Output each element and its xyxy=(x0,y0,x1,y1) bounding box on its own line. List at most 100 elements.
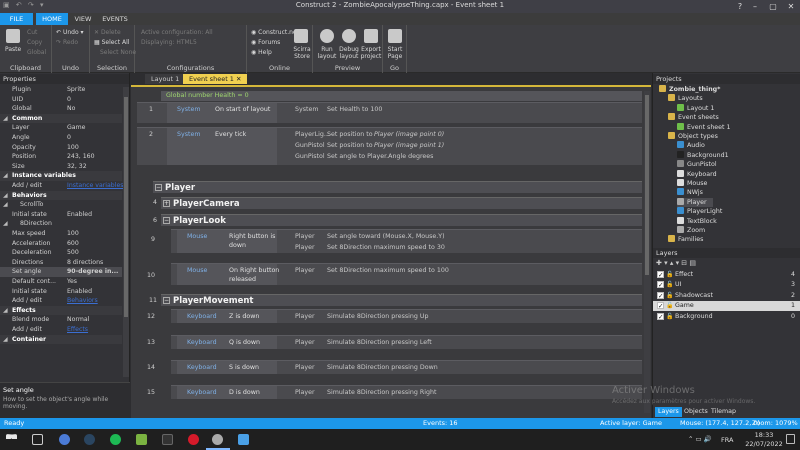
action-text[interactable]: Simulate 8Direction pressing Up xyxy=(327,313,429,320)
tab-file[interactable]: FILE xyxy=(0,13,33,25)
property-value[interactable]: Sprite xyxy=(67,85,85,94)
property-value[interactable]: 600 xyxy=(67,239,79,248)
scirra-store-button[interactable]: Scirra Store xyxy=(291,46,313,60)
group-player-movement[interactable]: − PlayerMovement xyxy=(161,294,642,306)
expand-arrow-icon[interactable]: ◢ xyxy=(3,306,8,315)
collapse-icon[interactable]: − xyxy=(155,184,162,191)
active-configuration-dropdown[interactable]: Active configuration: All xyxy=(141,29,213,36)
property-row[interactable]: Position 243, 160 xyxy=(0,152,122,161)
property-value[interactable]: 100 xyxy=(67,143,79,152)
task-view-icon[interactable] xyxy=(32,434,43,445)
opera-icon[interactable] xyxy=(188,434,199,445)
action-object[interactable]: Player xyxy=(295,389,315,396)
project-tree-item[interactable]: GunPistol xyxy=(677,160,717,169)
property-value[interactable]: Yes xyxy=(67,277,77,286)
layer-visible-checkbox[interactable] xyxy=(657,270,664,280)
event-12-condition[interactable]: Keyboard Z is down xyxy=(177,310,277,323)
forums-link[interactable]: ◉ Forums xyxy=(251,39,280,46)
property-row[interactable]: Angle 0 xyxy=(0,133,122,142)
property-value[interactable]: 500 xyxy=(67,248,79,257)
collapse-icon[interactable]: − xyxy=(163,217,170,224)
event-10-condition[interactable]: Mouse On Right button released xyxy=(177,264,279,285)
project-tree-item[interactable]: Background1 xyxy=(677,150,729,160)
layer-visible-checkbox[interactable] xyxy=(657,291,664,301)
event-1[interactable]: 1 System On start of layout System Set H… xyxy=(137,102,642,123)
app-icon[interactable] xyxy=(162,434,173,445)
action-text[interactable]: Set 8Direction maximum speed to 30 xyxy=(327,244,445,251)
property-row[interactable]: Global No xyxy=(0,104,122,113)
layer-visible-checkbox[interactable] xyxy=(657,301,664,311)
event-14[interactable]: 14 Keyboard S is down Player Simulate 8D… xyxy=(147,360,642,374)
debug-layout-button[interactable]: Debug layout xyxy=(338,46,360,60)
clock-time[interactable]: 18:33 xyxy=(749,431,779,439)
property-value[interactable]: 0 xyxy=(67,133,71,142)
action-param[interactable]: Player (image point 0) xyxy=(374,131,444,138)
action-param[interactable]: Player (image point 1) xyxy=(374,142,444,149)
project-tree-item[interactable]: Layout 1 xyxy=(677,103,714,113)
delete-button[interactable]: ✕ Delete xyxy=(94,29,121,36)
property-value[interactable]: 100 xyxy=(67,229,79,238)
event-12[interactable]: 12 Keyboard Z is down Player Simulate 8D… xyxy=(147,309,642,323)
group-player-camera[interactable]: + PlayerCamera xyxy=(161,197,642,209)
tab-view[interactable]: VIEW xyxy=(71,13,95,25)
project-tree-item[interactable]: Zoom xyxy=(677,226,705,235)
property-row[interactable]: Default cont... Yes xyxy=(0,277,122,286)
minimize-button[interactable]: – xyxy=(746,0,764,13)
group-player-look[interactable]: − PlayerLook xyxy=(161,214,642,226)
property-row[interactable]: Add / edit Instance variables xyxy=(0,181,123,190)
event-10[interactable]: 10 Mouse On Right button released Player… xyxy=(147,263,642,285)
settings-icon[interactable] xyxy=(212,434,223,445)
clock-date[interactable]: 22/07/2022 xyxy=(745,440,783,448)
tab-tilemap[interactable]: Tilemap xyxy=(708,407,739,417)
property-value[interactable]: 8 directions xyxy=(67,258,103,267)
property-value[interactable]: 0 xyxy=(67,95,71,104)
spotify-icon[interactable] xyxy=(110,434,121,445)
project-tree-item[interactable]: Event sheet 1 xyxy=(677,122,731,132)
property-row[interactable]: Set angle 90-degree in... xyxy=(0,267,122,277)
close-button[interactable]: ✕ xyxy=(782,0,800,13)
property-value[interactable]: No xyxy=(67,104,75,113)
redo-button[interactable]: ↷ Redo xyxy=(56,39,78,46)
action-text[interactable]: Set position to xyxy=(327,142,373,149)
project-tree-item[interactable]: NWjs xyxy=(677,188,703,197)
layer-row[interactable]: 🔓UI 3 xyxy=(653,280,800,290)
tab-layers[interactable]: Layers xyxy=(655,407,682,417)
layer-row[interactable]: 🔓Shadowcast 2 xyxy=(653,291,800,301)
property-row[interactable]: Initial state Enabled xyxy=(0,210,122,219)
expand-arrow-icon[interactable]: ◢ xyxy=(3,335,8,344)
property-value[interactable]: 32, 32 xyxy=(67,162,87,171)
action-text[interactable]: Simulate 8Direction pressing Right xyxy=(327,389,436,396)
layer-visible-checkbox[interactable] xyxy=(657,280,664,290)
steam-icon[interactable] xyxy=(84,434,95,445)
tab-event-sheet-1[interactable]: Event sheet 1 ✕ xyxy=(183,74,248,84)
event-2[interactable]: 2 System Every tick PlayerLig... Set pos… xyxy=(137,127,642,165)
action-object[interactable]: Player xyxy=(295,244,315,251)
layer-row[interactable]: 🔓Background 0 xyxy=(653,312,800,322)
layer-row[interactable]: 🔓Effect 4 xyxy=(653,270,800,280)
property-row[interactable]: Layer Game xyxy=(0,123,122,132)
action-text[interactable]: Set 8Direction maximum speed to 100 xyxy=(327,267,449,274)
global-button[interactable]: Global xyxy=(27,49,46,56)
tab-objects[interactable]: Objects xyxy=(681,407,711,417)
help-link[interactable]: ◉ Help xyxy=(251,49,272,56)
construct-icon[interactable] xyxy=(238,434,249,445)
project-tree-item[interactable]: TextBlock xyxy=(677,216,717,226)
event-13[interactable]: 13 Keyboard Q is down Player Simulate 8D… xyxy=(147,335,642,349)
expand-arrow-icon[interactable]: ◢ xyxy=(3,191,8,200)
app-icon[interactable] xyxy=(59,434,70,445)
property-value[interactable]: Enabled xyxy=(67,287,92,296)
select-none-button[interactable]: Select None xyxy=(100,49,136,56)
property-value[interactable]: Enabled xyxy=(67,210,92,219)
lock-icon[interactable]: 🔓 xyxy=(666,280,673,290)
property-row[interactable]: Size 32, 32 xyxy=(0,162,122,171)
action-object[interactable]: GunPistol xyxy=(295,153,325,160)
layers-toolbar[interactable]: ✚ ▾ ▴ ▾ ⊟ ▤ xyxy=(656,259,696,267)
project-tree-item[interactable]: PlayerLight xyxy=(677,207,722,216)
global-variable[interactable]: Global number Health = 0 xyxy=(161,91,642,101)
action-text[interactable]: Set angle toward (Mouse.X, Mouse.Y) xyxy=(327,233,445,240)
event-9[interactable]: 9 Mouse Right button is down Player Set … xyxy=(151,229,642,253)
expand-arrow-icon[interactable]: ◢ xyxy=(3,171,8,180)
property-value[interactable]: Instance variables xyxy=(67,181,123,190)
property-row[interactable]: Initial state Enabled xyxy=(0,287,122,296)
notifications-icon[interactable] xyxy=(786,434,795,444)
